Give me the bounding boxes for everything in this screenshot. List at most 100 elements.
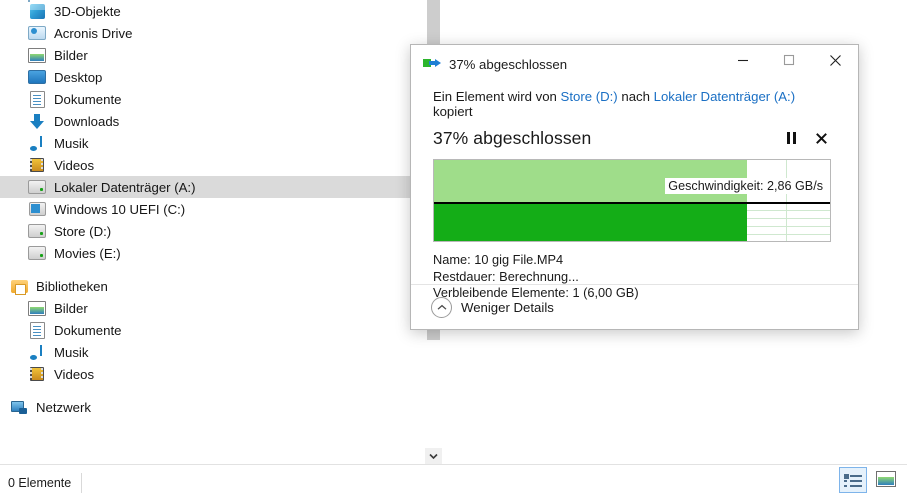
- progress-row: 37% abgeschlossen: [433, 126, 836, 150]
- copy-description-middle: nach: [617, 89, 654, 104]
- sidebar-item-musik[interactable]: Musik: [0, 341, 424, 363]
- sidebar-item-label: Bibliotheken: [36, 278, 108, 294]
- details-view-icon: [844, 473, 862, 487]
- chevron-up-icon[interactable]: [431, 296, 452, 318]
- sidebar-item-label: Musik: [54, 135, 89, 151]
- music-icon: [28, 134, 46, 152]
- sidebar-item-label: Acronis Drive: [54, 25, 133, 41]
- drive-icon: [28, 222, 46, 240]
- sidebar-item-movies-e[interactable]: Movies (E:): [0, 242, 424, 264]
- nav-spacer-1: [0, 264, 424, 275]
- sidebar-item-label: Videos: [54, 366, 95, 382]
- music-icon: [28, 343, 46, 361]
- sidebar-item-acronis-drive[interactable]: Acronis Drive: [0, 22, 424, 44]
- sidebar-item-downloads[interactable]: Downloads: [0, 110, 424, 132]
- pause-button[interactable]: [776, 126, 806, 150]
- sidebar-item-videos[interactable]: Videos: [0, 363, 424, 385]
- documents-icon: [28, 321, 46, 339]
- window-controls: [720, 45, 858, 75]
- drive-icon: [28, 178, 46, 196]
- dialog-footer[interactable]: Weniger Details: [411, 285, 858, 329]
- pause-icon: [786, 132, 796, 144]
- copy-icon: [423, 56, 441, 72]
- videos-icon: [28, 156, 46, 174]
- large-icons-view-icon: [876, 471, 896, 487]
- sidebar-item-windows-10-uefi-c[interactable]: Windows 10 UEFI (C:): [0, 198, 424, 220]
- sidebar-item-dokumente[interactable]: Dokumente: [0, 88, 424, 110]
- sidebar-item-bilder[interactable]: Bilder: [0, 44, 424, 66]
- speed-graph: Geschwindigkeit: 2,86 GB/s: [433, 159, 831, 242]
- view-mode-buttons: [839, 467, 899, 493]
- sidebar-item-label: Movies (E:): [54, 245, 121, 261]
- status-divider: [81, 473, 83, 493]
- details-view-button[interactable]: [839, 467, 867, 493]
- item-count-label: 0 Elemente: [8, 476, 72, 490]
- sidebar-item-label: Netzwerk: [36, 399, 91, 415]
- sidebar-item-bilder[interactable]: Bilder: [0, 297, 424, 319]
- navigation-pane[interactable]: 3D-Objekte Acronis Drive Bilder Desktop Doku…: [0, 0, 424, 465]
- sidebar-item-lokaler-datentr-ger-a[interactable]: Lokaler Datenträger (A:): [0, 176, 424, 198]
- explorer-window: 3D-Objekte Acronis Drive Bilder Desktop Doku…: [0, 0, 907, 501]
- sidebar-item-label: Bilder: [54, 300, 88, 316]
- maximize-icon: [783, 54, 795, 66]
- sidebar-item-label: Windows 10 UEFI (C:): [54, 201, 186, 217]
- sidebar-item-label: Bilder: [54, 47, 88, 63]
- copy-description-prefix: Ein Element wird von: [433, 89, 561, 104]
- drive-icon: [28, 244, 46, 262]
- minimize-button[interactable]: [720, 45, 766, 75]
- speed-label: Geschwindigkeit: 2,86 GB/s: [665, 178, 826, 194]
- sidebar-item-bibliotheken[interactable]: Bibliotheken: [0, 275, 424, 297]
- sidebar-item-desktop[interactable]: Desktop: [0, 66, 424, 88]
- pictures-icon: [28, 299, 46, 317]
- sidebar-item-3d-objekte[interactable]: 3D-Objekte: [0, 0, 424, 22]
- close-icon: [829, 54, 841, 66]
- pictures-icon: [28, 46, 46, 64]
- sidebar-item-label: Videos: [54, 157, 95, 173]
- speed-graph-axis: [434, 202, 830, 204]
- detail-remaining-time: Restdauer: Berechnung...: [433, 268, 579, 284]
- copy-description-suffix: kopiert: [433, 104, 473, 119]
- source-link[interactable]: Store (D:): [561, 89, 618, 104]
- scroll-down-button[interactable]: [425, 448, 442, 465]
- nav-drive-list: 3D-Objekte Acronis Drive Bilder Desktop Doku…: [0, 0, 424, 264]
- destination-link[interactable]: Lokaler Datenträger (A:): [654, 89, 795, 104]
- copy-progress-dialog[interactable]: 37% abgeschlossen Ein Element wird von S…: [410, 44, 859, 330]
- windows-drive-icon: [28, 200, 46, 218]
- dialog-title: 37% abgeschlossen: [449, 56, 568, 72]
- sidebar-item-musik[interactable]: Musik: [0, 132, 424, 154]
- drive-blue-icon: [28, 24, 46, 42]
- sidebar-item-label: Dokumente: [54, 91, 122, 107]
- sidebar-item-label: 3D-Objekte: [54, 3, 121, 19]
- library-icon: [10, 277, 28, 295]
- detail-name: Name: 10 gig File.MP4: [433, 252, 564, 267]
- sidebar-item-dokumente[interactable]: Dokumente: [0, 319, 424, 341]
- cancel-icon: [815, 132, 827, 144]
- cube-icon: [28, 2, 46, 20]
- speed-graph-fill-lower: [434, 204, 747, 241]
- network-icon: [10, 398, 28, 416]
- dialog-title-bar[interactable]: 37% abgeschlossen: [411, 45, 858, 83]
- sidebar-item-store-d[interactable]: Store (D:): [0, 220, 424, 242]
- sidebar-item-label: Downloads: [54, 113, 120, 129]
- maximize-button[interactable]: [766, 45, 812, 75]
- sidebar-item-label: Lokaler Datenträger (A:): [54, 179, 196, 195]
- cancel-button[interactable]: [806, 126, 836, 150]
- less-details-label[interactable]: Weniger Details: [461, 300, 554, 315]
- videos-icon: [28, 365, 46, 383]
- gridline-v: [786, 160, 787, 241]
- thumbnail-view-button[interactable]: [873, 467, 899, 491]
- sidebar-item-label: Dokumente: [54, 322, 122, 338]
- close-button[interactable]: [812, 45, 858, 75]
- desktop-icon: [28, 68, 46, 86]
- progress-percent-label: 37% abgeschlossen: [433, 127, 592, 148]
- sidebar-item-label: Desktop: [54, 69, 103, 85]
- sidebar-item-netzwerk[interactable]: Netzwerk: [0, 396, 424, 418]
- dialog-body: Ein Element wird von Store (D:) nach Lok…: [411, 89, 858, 302]
- downloads-icon: [28, 112, 46, 130]
- chevron-down-icon: [429, 453, 438, 460]
- speed-graph-container: Geschwindigkeit: 2,86 GB/s: [433, 159, 836, 242]
- nav-library-list: Bilder Dokumente Musik Videos: [0, 297, 424, 385]
- sidebar-item-label: Store (D:): [54, 223, 112, 239]
- status-bar: 0 Elemente: [0, 464, 907, 501]
- sidebar-item-videos[interactable]: Videos: [0, 154, 424, 176]
